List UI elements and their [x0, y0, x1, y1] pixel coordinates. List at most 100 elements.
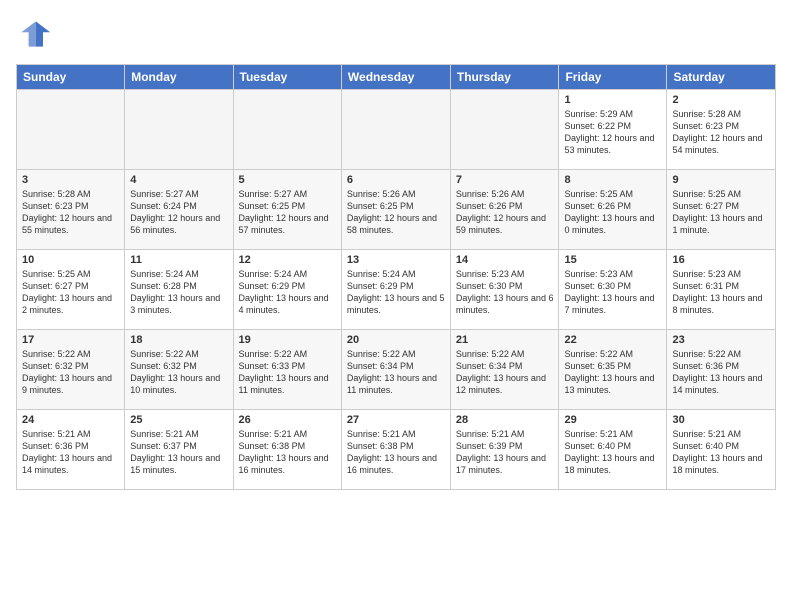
day-number: 1	[564, 94, 661, 106]
day-info: Sunrise: 5:26 AMSunset: 6:25 PMDaylight:…	[347, 188, 445, 237]
day-cell: 27 Sunrise: 5:21 AMSunset: 6:38 PMDayligh…	[341, 410, 450, 490]
day-cell: 8 Sunrise: 5:25 AMSunset: 6:26 PMDaylight…	[559, 170, 667, 250]
day-number: 13	[347, 254, 445, 266]
day-info: Sunrise: 5:27 AMSunset: 6:24 PMDaylight:…	[130, 188, 227, 237]
day-number: 19	[239, 334, 336, 346]
day-info: Sunrise: 5:21 AMSunset: 6:40 PMDaylight:…	[564, 428, 661, 477]
day-cell: 10 Sunrise: 5:25 AMSunset: 6:27 PMDayligh…	[17, 250, 125, 330]
weekday-header-tuesday: Tuesday	[233, 65, 341, 90]
day-info: Sunrise: 5:27 AMSunset: 6:25 PMDaylight:…	[239, 188, 336, 237]
day-info: Sunrise: 5:22 AMSunset: 6:32 PMDaylight:…	[22, 348, 119, 397]
day-number: 18	[130, 334, 227, 346]
day-number: 5	[239, 174, 336, 186]
day-cell	[233, 90, 341, 170]
day-info: Sunrise: 5:24 AMSunset: 6:28 PMDaylight:…	[130, 268, 227, 317]
day-info: Sunrise: 5:25 AMSunset: 6:26 PMDaylight:…	[564, 188, 661, 237]
day-number: 25	[130, 414, 227, 426]
day-number: 12	[239, 254, 336, 266]
day-number: 4	[130, 174, 227, 186]
week-row-5: 24 Sunrise: 5:21 AMSunset: 6:36 PMDayligh…	[17, 410, 776, 490]
calendar: SundayMondayTuesdayWednesdayThursdayFrid…	[16, 64, 776, 490]
weekday-header-sunday: Sunday	[17, 65, 125, 90]
day-info: Sunrise: 5:21 AMSunset: 6:38 PMDaylight:…	[347, 428, 445, 477]
day-cell	[125, 90, 233, 170]
day-number: 28	[456, 414, 554, 426]
weekday-header-friday: Friday	[559, 65, 667, 90]
day-info: Sunrise: 5:22 AMSunset: 6:34 PMDaylight:…	[347, 348, 445, 397]
day-cell: 18 Sunrise: 5:22 AMSunset: 6:32 PMDayligh…	[125, 330, 233, 410]
day-cell: 17 Sunrise: 5:22 AMSunset: 6:32 PMDayligh…	[17, 330, 125, 410]
logo-icon	[16, 16, 52, 52]
day-cell: 25Sunrise: 5:21 AMSunset: 6:37 PMDayligh…	[125, 410, 233, 490]
day-info: Sunrise: 5:22 AMSunset: 6:32 PMDaylight:…	[130, 348, 227, 397]
week-row-2: 3Sunrise: 5:28 AMSunset: 6:23 PMDaylight…	[17, 170, 776, 250]
day-number: 16	[672, 254, 770, 266]
weekday-header-wednesday: Wednesday	[341, 65, 450, 90]
day-number: 17	[22, 334, 119, 346]
day-cell: 15 Sunrise: 5:23 AMSunset: 6:30 PMDayligh…	[559, 250, 667, 330]
day-cell: 29 Sunrise: 5:21 AMSunset: 6:40 PMDayligh…	[559, 410, 667, 490]
day-number: 15	[564, 254, 661, 266]
day-info: Sunrise: 5:22 AMSunset: 6:36 PMDaylight:…	[672, 348, 770, 397]
day-number: 7	[456, 174, 554, 186]
day-cell: 4 Sunrise: 5:27 AMSunset: 6:24 PMDaylight…	[125, 170, 233, 250]
day-info: Sunrise: 5:25 AMSunset: 6:27 PMDaylight:…	[22, 268, 119, 317]
day-cell: 6 Sunrise: 5:26 AMSunset: 6:25 PMDaylight…	[341, 170, 450, 250]
day-info: Sunrise: 5:24 AMSunset: 6:29 PMDaylight:…	[239, 268, 336, 317]
weekday-header-monday: Monday	[125, 65, 233, 90]
day-info: Sunrise: 5:28 AMSunset: 6:23 PMDaylight:…	[672, 108, 770, 157]
day-number: 11	[130, 254, 227, 266]
day-info: Sunrise: 5:23 AMSunset: 6:30 PMDaylight:…	[564, 268, 661, 317]
weekday-header-row: SundayMondayTuesdayWednesdayThursdayFrid…	[17, 65, 776, 90]
day-cell: 21Sunrise: 5:22 AMSunset: 6:34 PMDayligh…	[450, 330, 559, 410]
day-number: 26	[239, 414, 336, 426]
day-cell: 26Sunrise: 5:21 AMSunset: 6:38 PMDayligh…	[233, 410, 341, 490]
day-number: 20	[347, 334, 445, 346]
day-cell: 5 Sunrise: 5:27 AMSunset: 6:25 PMDaylight…	[233, 170, 341, 250]
weekday-header-saturday: Saturday	[667, 65, 776, 90]
day-info: Sunrise: 5:23 AMSunset: 6:30 PMDaylight:…	[456, 268, 554, 317]
day-number: 2	[672, 94, 770, 106]
day-info: Sunrise: 5:24 AMSunset: 6:29 PMDaylight:…	[347, 268, 445, 317]
day-cell: 14Sunrise: 5:23 AMSunset: 6:30 PMDayligh…	[450, 250, 559, 330]
day-cell: 24 Sunrise: 5:21 AMSunset: 6:36 PMDayligh…	[17, 410, 125, 490]
page-header	[16, 16, 776, 52]
day-number: 8	[564, 174, 661, 186]
week-row-3: 10 Sunrise: 5:25 AMSunset: 6:27 PMDayligh…	[17, 250, 776, 330]
day-cell: 7 Sunrise: 5:26 AMSunset: 6:26 PMDaylight…	[450, 170, 559, 250]
day-number: 10	[22, 254, 119, 266]
day-number: 21	[456, 334, 554, 346]
day-cell: 16 Sunrise: 5:23 AMSunset: 6:31 PMDayligh…	[667, 250, 776, 330]
day-cell: 23 Sunrise: 5:22 AMSunset: 6:36 PMDayligh…	[667, 330, 776, 410]
day-number: 27	[347, 414, 445, 426]
weekday-header-thursday: Thursday	[450, 65, 559, 90]
day-number: 9	[672, 174, 770, 186]
day-cell: 13 Sunrise: 5:24 AMSunset: 6:29 PMDayligh…	[341, 250, 450, 330]
day-info: Sunrise: 5:21 AMSunset: 6:39 PMDaylight:…	[456, 428, 554, 477]
day-number: 23	[672, 334, 770, 346]
week-row-4: 17 Sunrise: 5:22 AMSunset: 6:32 PMDayligh…	[17, 330, 776, 410]
day-info: Sunrise: 5:21 AMSunset: 6:40 PMDaylight:…	[672, 428, 770, 477]
day-number: 29	[564, 414, 661, 426]
day-info: Sunrise: 5:26 AMSunset: 6:26 PMDaylight:…	[456, 188, 554, 237]
day-cell: 3Sunrise: 5:28 AMSunset: 6:23 PMDaylight…	[17, 170, 125, 250]
day-cell: 1Sunrise: 5:29 AMSunset: 6:22 PMDaylight…	[559, 90, 667, 170]
day-number: 22	[564, 334, 661, 346]
day-info: Sunrise: 5:25 AMSunset: 6:27 PMDaylight:…	[672, 188, 770, 237]
day-cell: 20 Sunrise: 5:22 AMSunset: 6:34 PMDayligh…	[341, 330, 450, 410]
day-cell: 2 Sunrise: 5:28 AMSunset: 6:23 PMDaylight…	[667, 90, 776, 170]
day-cell: 22 Sunrise: 5:22 AMSunset: 6:35 PMDayligh…	[559, 330, 667, 410]
day-info: Sunrise: 5:22 AMSunset: 6:35 PMDaylight:…	[564, 348, 661, 397]
day-cell: 19 Sunrise: 5:22 AMSunset: 6:33 PMDayligh…	[233, 330, 341, 410]
day-number: 24	[22, 414, 119, 426]
day-number: 6	[347, 174, 445, 186]
day-info: Sunrise: 5:23 AMSunset: 6:31 PMDaylight:…	[672, 268, 770, 317]
day-cell	[450, 90, 559, 170]
day-cell: 11 Sunrise: 5:24 AMSunset: 6:28 PMDayligh…	[125, 250, 233, 330]
week-row-1: 1Sunrise: 5:29 AMSunset: 6:22 PMDaylight…	[17, 90, 776, 170]
day-info: Sunrise: 5:28 AMSunset: 6:23 PMDaylight:…	[22, 188, 119, 237]
day-cell: 30Sunrise: 5:21 AMSunset: 6:40 PMDayligh…	[667, 410, 776, 490]
day-info: Sunrise: 5:22 AMSunset: 6:33 PMDaylight:…	[239, 348, 336, 397]
day-cell: 9 Sunrise: 5:25 AMSunset: 6:27 PMDaylight…	[667, 170, 776, 250]
day-info: Sunrise: 5:21 AMSunset: 6:36 PMDaylight:…	[22, 428, 119, 477]
